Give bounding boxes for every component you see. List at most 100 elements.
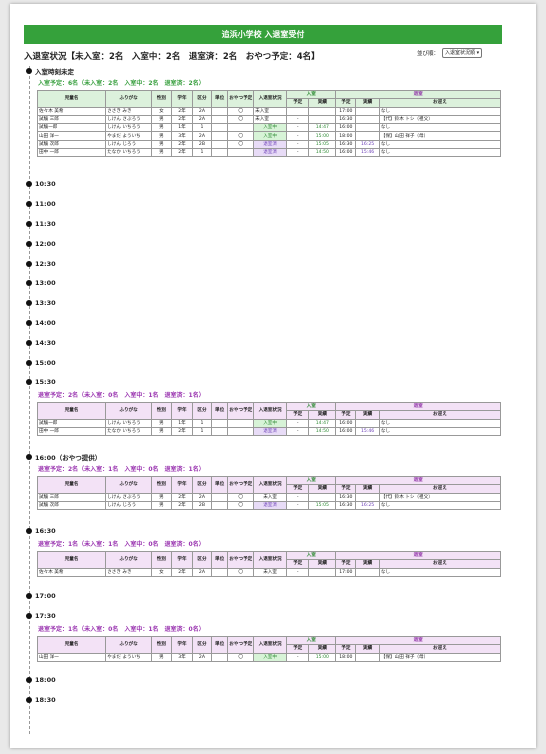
time-slot: 12:30 [26, 260, 56, 268]
cell-in-plan: - [286, 500, 310, 511]
table-row[interactable]: 田中 一郎 たなか いちろう男 2年 1 退室済 -14:50 16:00 15:46 なし [36, 426, 502, 437]
cell-pickup: なし [378, 148, 502, 158]
cell-pickup: 【保】山田 祥子（母） [378, 131, 502, 141]
clock-icon [26, 613, 32, 619]
col-pickup: お迎え [378, 98, 502, 108]
table-row[interactable]: 山田 洋一 やまだ よういち男 3年 2A 〇入室中 -15:00 18:00 【保】山田 祥… [36, 131, 502, 141]
cell-kana: ささき みき [105, 567, 152, 577]
cell-in-plan: - [286, 652, 310, 662]
cell-sex: 男 [150, 131, 172, 141]
cell-name: 山田 洋一 [36, 652, 107, 662]
clock-icon [26, 340, 32, 346]
cell-div: 2B [192, 500, 212, 511]
cell-div: 2A [192, 492, 212, 502]
time-slot: 15:00 [26, 359, 56, 367]
table-row[interactable]: 佐々木 美希 ささき みき女 2年 2A 〇未入室 17:00 なし [36, 106, 502, 116]
table-row[interactable]: 山田 洋一 やまだ よういち男 3年 2A 〇入室中 -15:00 18:00 【保】山田 祥… [36, 652, 502, 662]
cell-unit [210, 114, 229, 125]
col-pickup: お迎え [378, 484, 502, 494]
col-out-group: 退室 [335, 635, 501, 646]
cell-div: 1 [192, 418, 212, 428]
cell-status: 退室済 [253, 148, 288, 158]
children-table: 児童名 ふりがな 性別 学年 区分 単位 おやつ予定 入退室状況 入室 退室 予定 実績 予定 実績 お迎え… [36, 401, 502, 437]
cell-in-plan: - [286, 492, 310, 502]
time-slot-label: 16:00（おやつ提供） [35, 454, 102, 462]
col-in-group: 入室 [286, 89, 337, 100]
cell-in-act: 14:50 [308, 426, 337, 437]
cell-grade: 2年 [170, 426, 194, 437]
table-row[interactable]: 試験 三郎 しけん さぶろう男 2年 2A 〇未入室 - 16:30 【代】鈴木 トシ（祖父） [36, 114, 502, 125]
table-row[interactable]: 試験一郎 しけん いちろう男 1年 1 入室中 -14:47 16:00 なし [36, 123, 502, 133]
cell-in-act: 14:47 [308, 418, 337, 428]
cell-sex: 男 [150, 492, 172, 502]
col-out-plan: 予定 [335, 98, 357, 108]
cell-name: 田中 一郎 [36, 148, 107, 158]
cell-unit [210, 123, 229, 133]
cell-status: 未入室 [253, 492, 288, 502]
col-snack: おやつ予定 [227, 636, 255, 654]
col-out-plan: 予定 [335, 410, 357, 420]
cell-div: 1 [192, 148, 212, 158]
cell-name: 試験一郎 [36, 123, 107, 133]
table-row[interactable]: 試験 三郎 しけん さぶろう男 2年 2A 〇未入室 - 16:30 【代】鈴木 トシ（祖父） [36, 492, 502, 502]
cell-unit [210, 148, 229, 158]
cell-div: 1 [192, 123, 212, 133]
cell-div: 2A [192, 652, 212, 662]
col-pickup: お迎え [378, 410, 502, 420]
cell-name: 試験一郎 [36, 418, 107, 428]
table-row[interactable]: 佐々木 美希 ささき みき女 2年 2A 〇未入室 - 17:00 なし [36, 567, 502, 577]
children-table: 児童名 ふりがな 性別 学年 区分 単位 おやつ予定 入退室状況 入室 退室 予定 実績 予定 実績 お迎え… [36, 89, 502, 158]
cell-in-act [308, 567, 337, 577]
cell-pickup: なし [378, 106, 502, 116]
cell-in-act: 15:00 [308, 131, 337, 141]
cell-kana: しけん さぶろう [105, 114, 152, 125]
time-slot-label: 12:30 [35, 260, 56, 268]
cell-out-plan: 16:00 [335, 123, 357, 133]
col-pickup: お迎え [378, 559, 502, 569]
cell-out-act: 16:25 [355, 139, 380, 150]
col-grade: 学年 [170, 90, 194, 108]
cell-div: 2A [192, 114, 212, 125]
cell-snack: 〇 [227, 652, 255, 662]
cell-sex: 女 [150, 567, 172, 577]
col-grade: 学年 [170, 476, 194, 494]
cell-status: 退室済 [253, 139, 288, 150]
cell-name: 試験 次郎 [36, 139, 107, 150]
table-row[interactable]: 試験 次郎 しけん じろう男 2年 2B 〇退室済 -15:05 16:30 16:25 なし [36, 500, 502, 511]
cell-out-plan: 16:30 [335, 492, 357, 502]
cell-status: 未入室 [253, 114, 288, 125]
cell-status: 入室中 [253, 123, 288, 133]
cell-in-act: 15:05 [308, 500, 337, 511]
sort-select[interactable]: 入退室状況順 ▾ [442, 48, 483, 58]
time-slot-label: 15:00 [35, 359, 56, 367]
cell-div: 2A [192, 131, 212, 141]
sort-label: 並び順： [417, 51, 440, 57]
cell-grade: 1年 [170, 418, 194, 428]
col-unit: 単位 [210, 476, 229, 494]
cell-pickup: なし [378, 139, 502, 150]
col-in-actual: 実績 [308, 98, 337, 108]
cell-unit [210, 418, 229, 428]
cell-kana: しけん いちろう [105, 123, 152, 133]
table-row[interactable]: 試験 次郎 しけん じろう男 2年 2B 〇退室済 -15:05 16:30 16:25 なし [36, 139, 502, 150]
cell-kana: しけん いちろう [105, 418, 152, 428]
cell-pickup: 【代】鈴木 トシ（祖父） [378, 492, 502, 502]
cell-in-plan: - [286, 426, 310, 437]
cell-in-act [308, 114, 337, 125]
col-in-group: 入室 [286, 401, 337, 412]
col-out-group: 退室 [335, 89, 501, 100]
cell-out-plan: 18:00 [335, 652, 357, 662]
time-slot: 18:00 [26, 676, 56, 684]
clock-icon [26, 221, 32, 227]
cell-out-plan: 17:00 [335, 567, 357, 577]
table-row[interactable]: 田中 一郎 たなか いちろう男 2年 1 退室済 -14:50 16:00 15:46 なし [36, 148, 502, 158]
group-summary: 退室予定：1名（未入室：0名 入室中：1名 退室済：0名） [38, 626, 205, 633]
cell-grade: 3年 [170, 652, 194, 662]
table-row[interactable]: 試験一郎 しけん いちろう男 1年 1 入室中 -14:47 16:00 なし [36, 418, 502, 428]
cell-grade: 2年 [170, 492, 194, 502]
group-summary: 入室予定：6名（未入室：2名 入室中：2名 退室済：2名） [38, 80, 205, 87]
clock-icon [26, 261, 32, 267]
col-name: 児童名 [36, 476, 107, 494]
sort-value: 入退室状況順 [445, 50, 476, 56]
col-name: 児童名 [36, 636, 107, 654]
